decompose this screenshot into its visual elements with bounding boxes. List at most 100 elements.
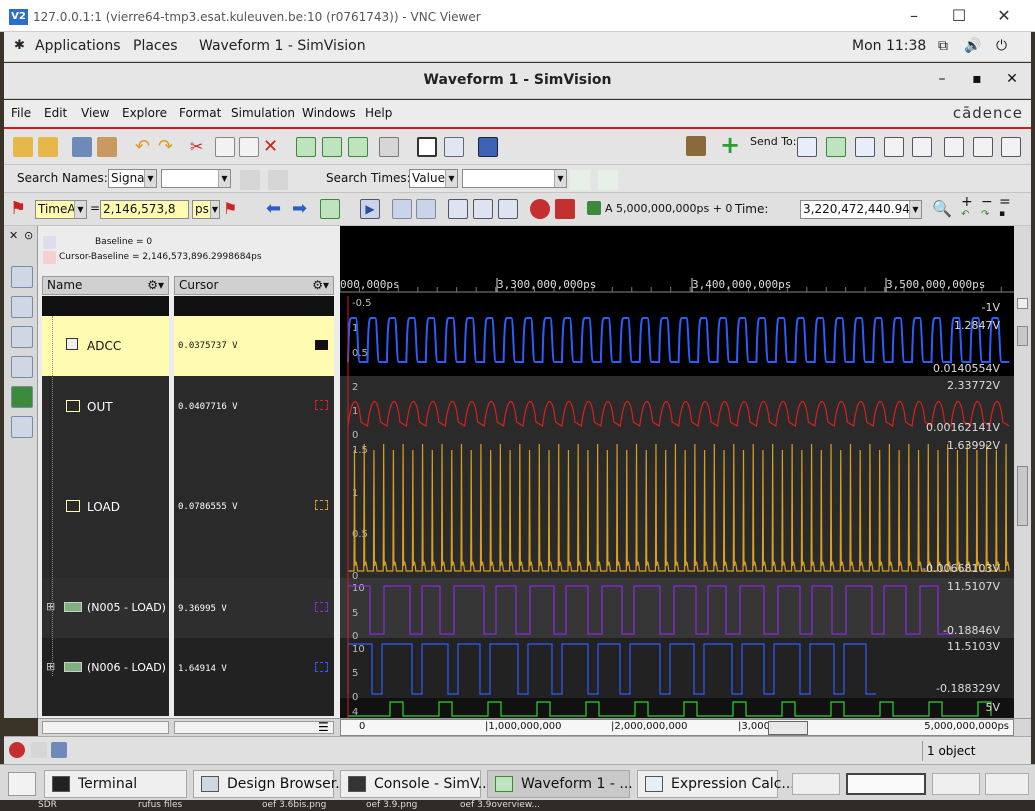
play-icon[interactable]: ▶ bbox=[360, 199, 380, 219]
close-icon[interactable]: ✕ bbox=[994, 6, 1014, 26]
send-to-list-icon[interactable] bbox=[973, 137, 993, 157]
signal-row-n005[interactable]: ⊞ (N005 - LOAD) bbox=[42, 578, 169, 638]
menu-view[interactable]: View bbox=[81, 106, 109, 120]
menu-format[interactable]: Format bbox=[179, 106, 221, 120]
window-close-icon[interactable]: ✕ bbox=[1003, 71, 1021, 87]
list-icon[interactable]: ☰ bbox=[318, 720, 329, 734]
cursor-row-adcc[interactable]: 0.0375737 V bbox=[174, 316, 334, 376]
simulation-status-icon[interactable] bbox=[9, 742, 25, 758]
prev-edge-icon[interactable]: ⬅ bbox=[266, 199, 286, 219]
menu-simulation[interactable]: Simulation bbox=[231, 106, 295, 120]
redo-icon[interactable]: ↷ bbox=[158, 137, 178, 157]
cursor-unit-select[interactable]: ps ▼ bbox=[192, 200, 220, 219]
add-icon[interactable]: + bbox=[720, 133, 740, 157]
schematic-tool-icon[interactable] bbox=[11, 326, 33, 348]
desktop-file[interactable]: oef 3.9.png bbox=[366, 800, 417, 810]
compare-tool-icon[interactable] bbox=[11, 416, 33, 438]
copy-icon[interactable] bbox=[215, 137, 235, 157]
print-icon[interactable] bbox=[97, 137, 117, 157]
task-terminal[interactable]: Terminal bbox=[44, 770, 187, 798]
tcl-icon[interactable] bbox=[31, 742, 47, 758]
cursor-column-header[interactable]: Cursor ⚙▾ bbox=[174, 276, 334, 295]
applications-menu[interactable]: Applications bbox=[35, 38, 121, 54]
menu-help[interactable]: Help bbox=[365, 106, 392, 120]
desktop-file[interactable]: SDR bbox=[38, 800, 57, 810]
delete-icon[interactable]: ✕ bbox=[263, 137, 283, 157]
marker-icon[interactable] bbox=[417, 137, 437, 157]
cursor-time-input[interactable]: 2,146,573,8 bbox=[100, 200, 189, 219]
cursor-name-select[interactable]: TimeA ▼ bbox=[35, 200, 87, 219]
power-icon[interactable]: ⏻ bbox=[996, 38, 1007, 54]
signal-row-load[interactable]: LOAD bbox=[42, 436, 169, 578]
trace-format-icon[interactable] bbox=[315, 662, 328, 672]
cursor-hscrollbar[interactable] bbox=[174, 721, 334, 734]
network-icon[interactable]: ⧉ bbox=[938, 38, 948, 54]
schematic-icon[interactable] bbox=[444, 137, 464, 157]
send-to-browser-icon[interactable] bbox=[797, 137, 817, 157]
search-times-prev-icon[interactable] bbox=[570, 170, 590, 190]
minimize-icon[interactable]: – bbox=[904, 6, 924, 26]
cursor-row-out[interactable]: 0.0407716 V bbox=[174, 376, 334, 436]
menu-file[interactable]: File bbox=[11, 106, 31, 120]
workspace-3[interactable] bbox=[932, 773, 980, 795]
trace-format-icon[interactable] bbox=[315, 602, 328, 612]
places-menu[interactable]: Places bbox=[133, 38, 178, 54]
zoom-vertical-controls[interactable] bbox=[1017, 466, 1028, 526]
save-state-icon[interactable] bbox=[51, 742, 67, 758]
load-icon[interactable] bbox=[38, 137, 58, 157]
step-icon[interactable] bbox=[392, 199, 412, 219]
desktop-file[interactable]: oef 3.6bis.png bbox=[262, 800, 326, 810]
name-column-header[interactable]: Name ⚙▾ bbox=[42, 276, 169, 295]
window-minimize-icon[interactable]: – bbox=[933, 71, 951, 87]
search-names-input[interactable]: ▼ bbox=[161, 169, 231, 188]
stop-icon[interactable] bbox=[530, 199, 550, 219]
trace-format-icon[interactable] bbox=[315, 500, 328, 510]
display-format-icon[interactable] bbox=[478, 137, 498, 157]
edge-search-icon[interactable] bbox=[320, 199, 340, 219]
scroll-up-icon[interactable] bbox=[1017, 298, 1028, 309]
zoom-prev-icon[interactable]: ↶ bbox=[961, 209, 969, 220]
cursor-flag-icon[interactable]: ⚑ bbox=[10, 199, 30, 219]
task-design-browser[interactable]: Design Browser... bbox=[193, 770, 349, 798]
waveform-bus-icon[interactable] bbox=[348, 137, 368, 157]
maximize-icon[interactable]: ☐ bbox=[949, 6, 969, 26]
task-waveform[interactable]: Waveform 1 - ... bbox=[487, 770, 633, 798]
cursor-row-load[interactable]: 0.0786555 V bbox=[174, 436, 334, 578]
run-icon[interactable] bbox=[473, 199, 493, 219]
task-console[interactable]: Console - SimV... bbox=[340, 770, 491, 798]
task-expression-calculator[interactable]: Expression Calc... bbox=[637, 770, 795, 798]
cursor-options-icon[interactable]: ⚑ bbox=[223, 199, 243, 219]
signal-tool-icon[interactable] bbox=[11, 386, 33, 408]
zoom-fit-icon[interactable]: = bbox=[999, 194, 1011, 210]
show-desktop-icon[interactable] bbox=[8, 772, 36, 796]
panel-close-icon[interactable]: ✕ bbox=[9, 229, 18, 242]
zoom-in-icon[interactable]: + bbox=[961, 194, 973, 210]
search-times-next-icon[interactable] bbox=[598, 170, 618, 190]
search-times-type[interactable]: Value ▼ bbox=[409, 169, 458, 188]
send-to-source-icon[interactable] bbox=[855, 137, 875, 157]
source-tool-icon[interactable] bbox=[11, 356, 33, 378]
signal-row-adcc[interactable]: ADCC bbox=[42, 316, 169, 376]
time-input[interactable]: 3,220,472,440.944 ▼ bbox=[800, 200, 922, 219]
time-overview-bar[interactable]: 0 |1,000,000,000 |2,000,000,000 |3,000 5… bbox=[340, 719, 1014, 736]
workspace-2[interactable] bbox=[846, 773, 926, 795]
search-names-go-icon[interactable] bbox=[240, 170, 260, 190]
cut-icon[interactable]: ✂ bbox=[190, 137, 210, 157]
workspace-1[interactable] bbox=[792, 773, 840, 795]
desktop-file[interactable]: oef 3.9overview... bbox=[460, 800, 540, 810]
scroll-thumb[interactable] bbox=[1017, 326, 1028, 346]
expand-icon[interactable]: ⊞ bbox=[46, 600, 55, 613]
hierarchy-icon[interactable] bbox=[11, 296, 33, 318]
run-to-start-icon[interactable] bbox=[448, 199, 468, 219]
paste-icon[interactable] bbox=[239, 137, 259, 157]
trace-format-icon[interactable] bbox=[315, 340, 328, 350]
active-window-name[interactable]: Waveform 1 - SimVision bbox=[199, 38, 366, 54]
column-settings-icon[interactable]: ⚙▾ bbox=[147, 277, 164, 294]
reset-icon[interactable] bbox=[555, 199, 575, 219]
waveform-plot[interactable]: 000,000ps 3,300,000,000ps 3,400,000,000p… bbox=[340, 226, 1014, 718]
save-icon[interactable] bbox=[72, 137, 92, 157]
signal-row-out[interactable]: OUT bbox=[42, 376, 169, 436]
tools-box-icon[interactable] bbox=[686, 136, 706, 156]
cursor-row-n005[interactable]: 9.36995 V bbox=[174, 578, 334, 638]
zoom-next-icon[interactable]: ↷ bbox=[981, 209, 989, 220]
